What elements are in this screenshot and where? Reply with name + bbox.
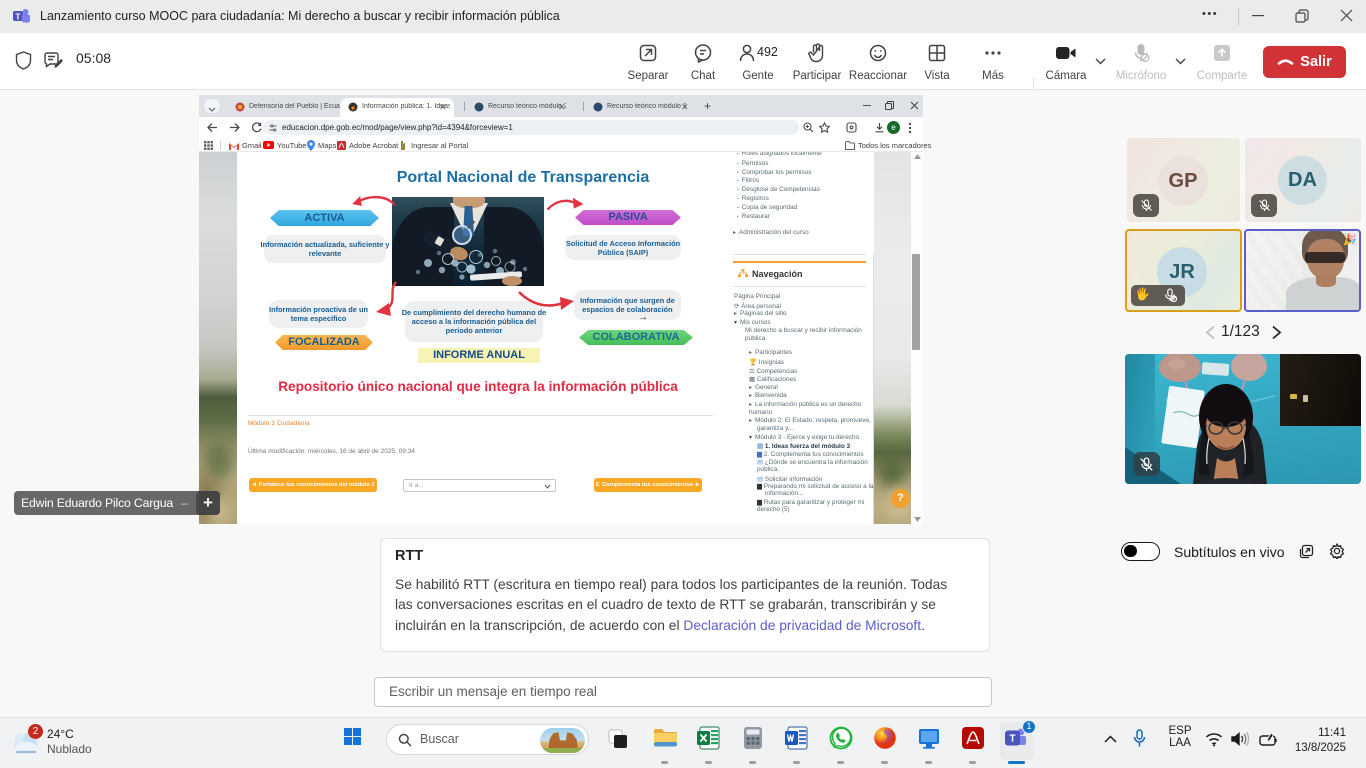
svg-text:492: 492 [757, 45, 778, 59]
svg-text:T: T [16, 13, 21, 22]
svg-text:T: T [1009, 734, 1015, 745]
